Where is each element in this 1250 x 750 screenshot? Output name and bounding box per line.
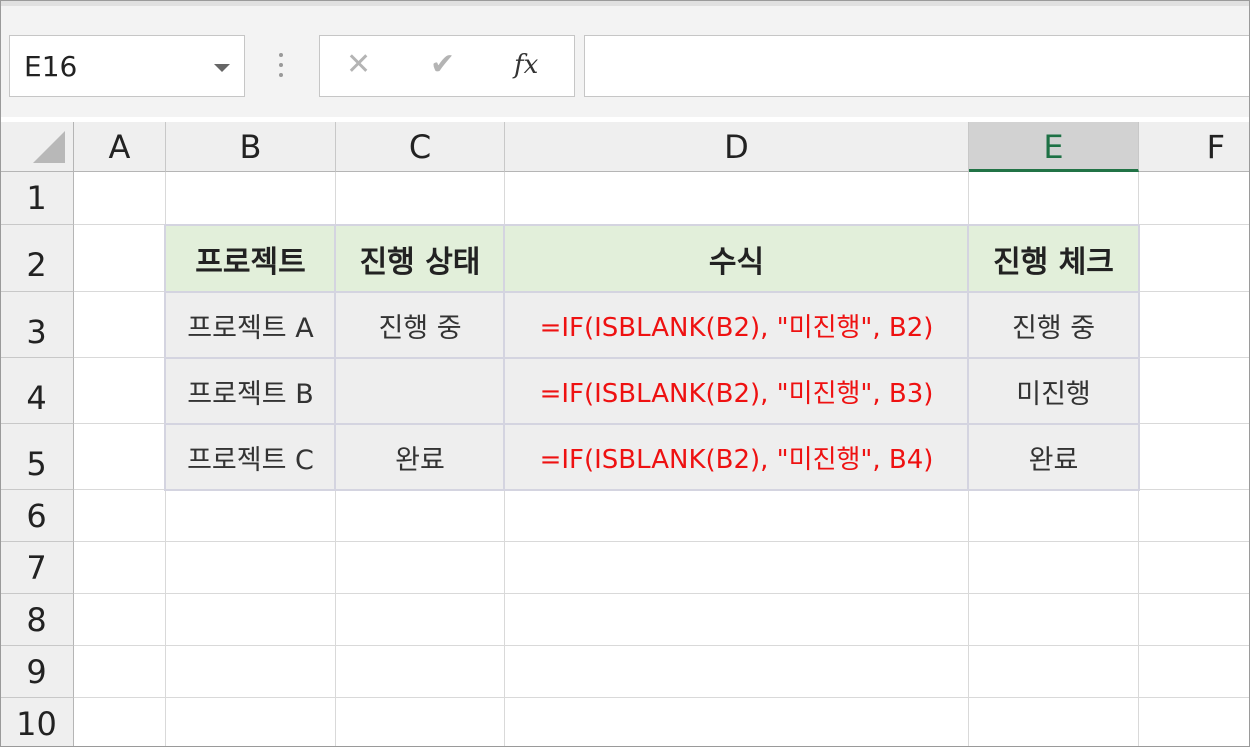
window-frame <box>0 0 1250 747</box>
